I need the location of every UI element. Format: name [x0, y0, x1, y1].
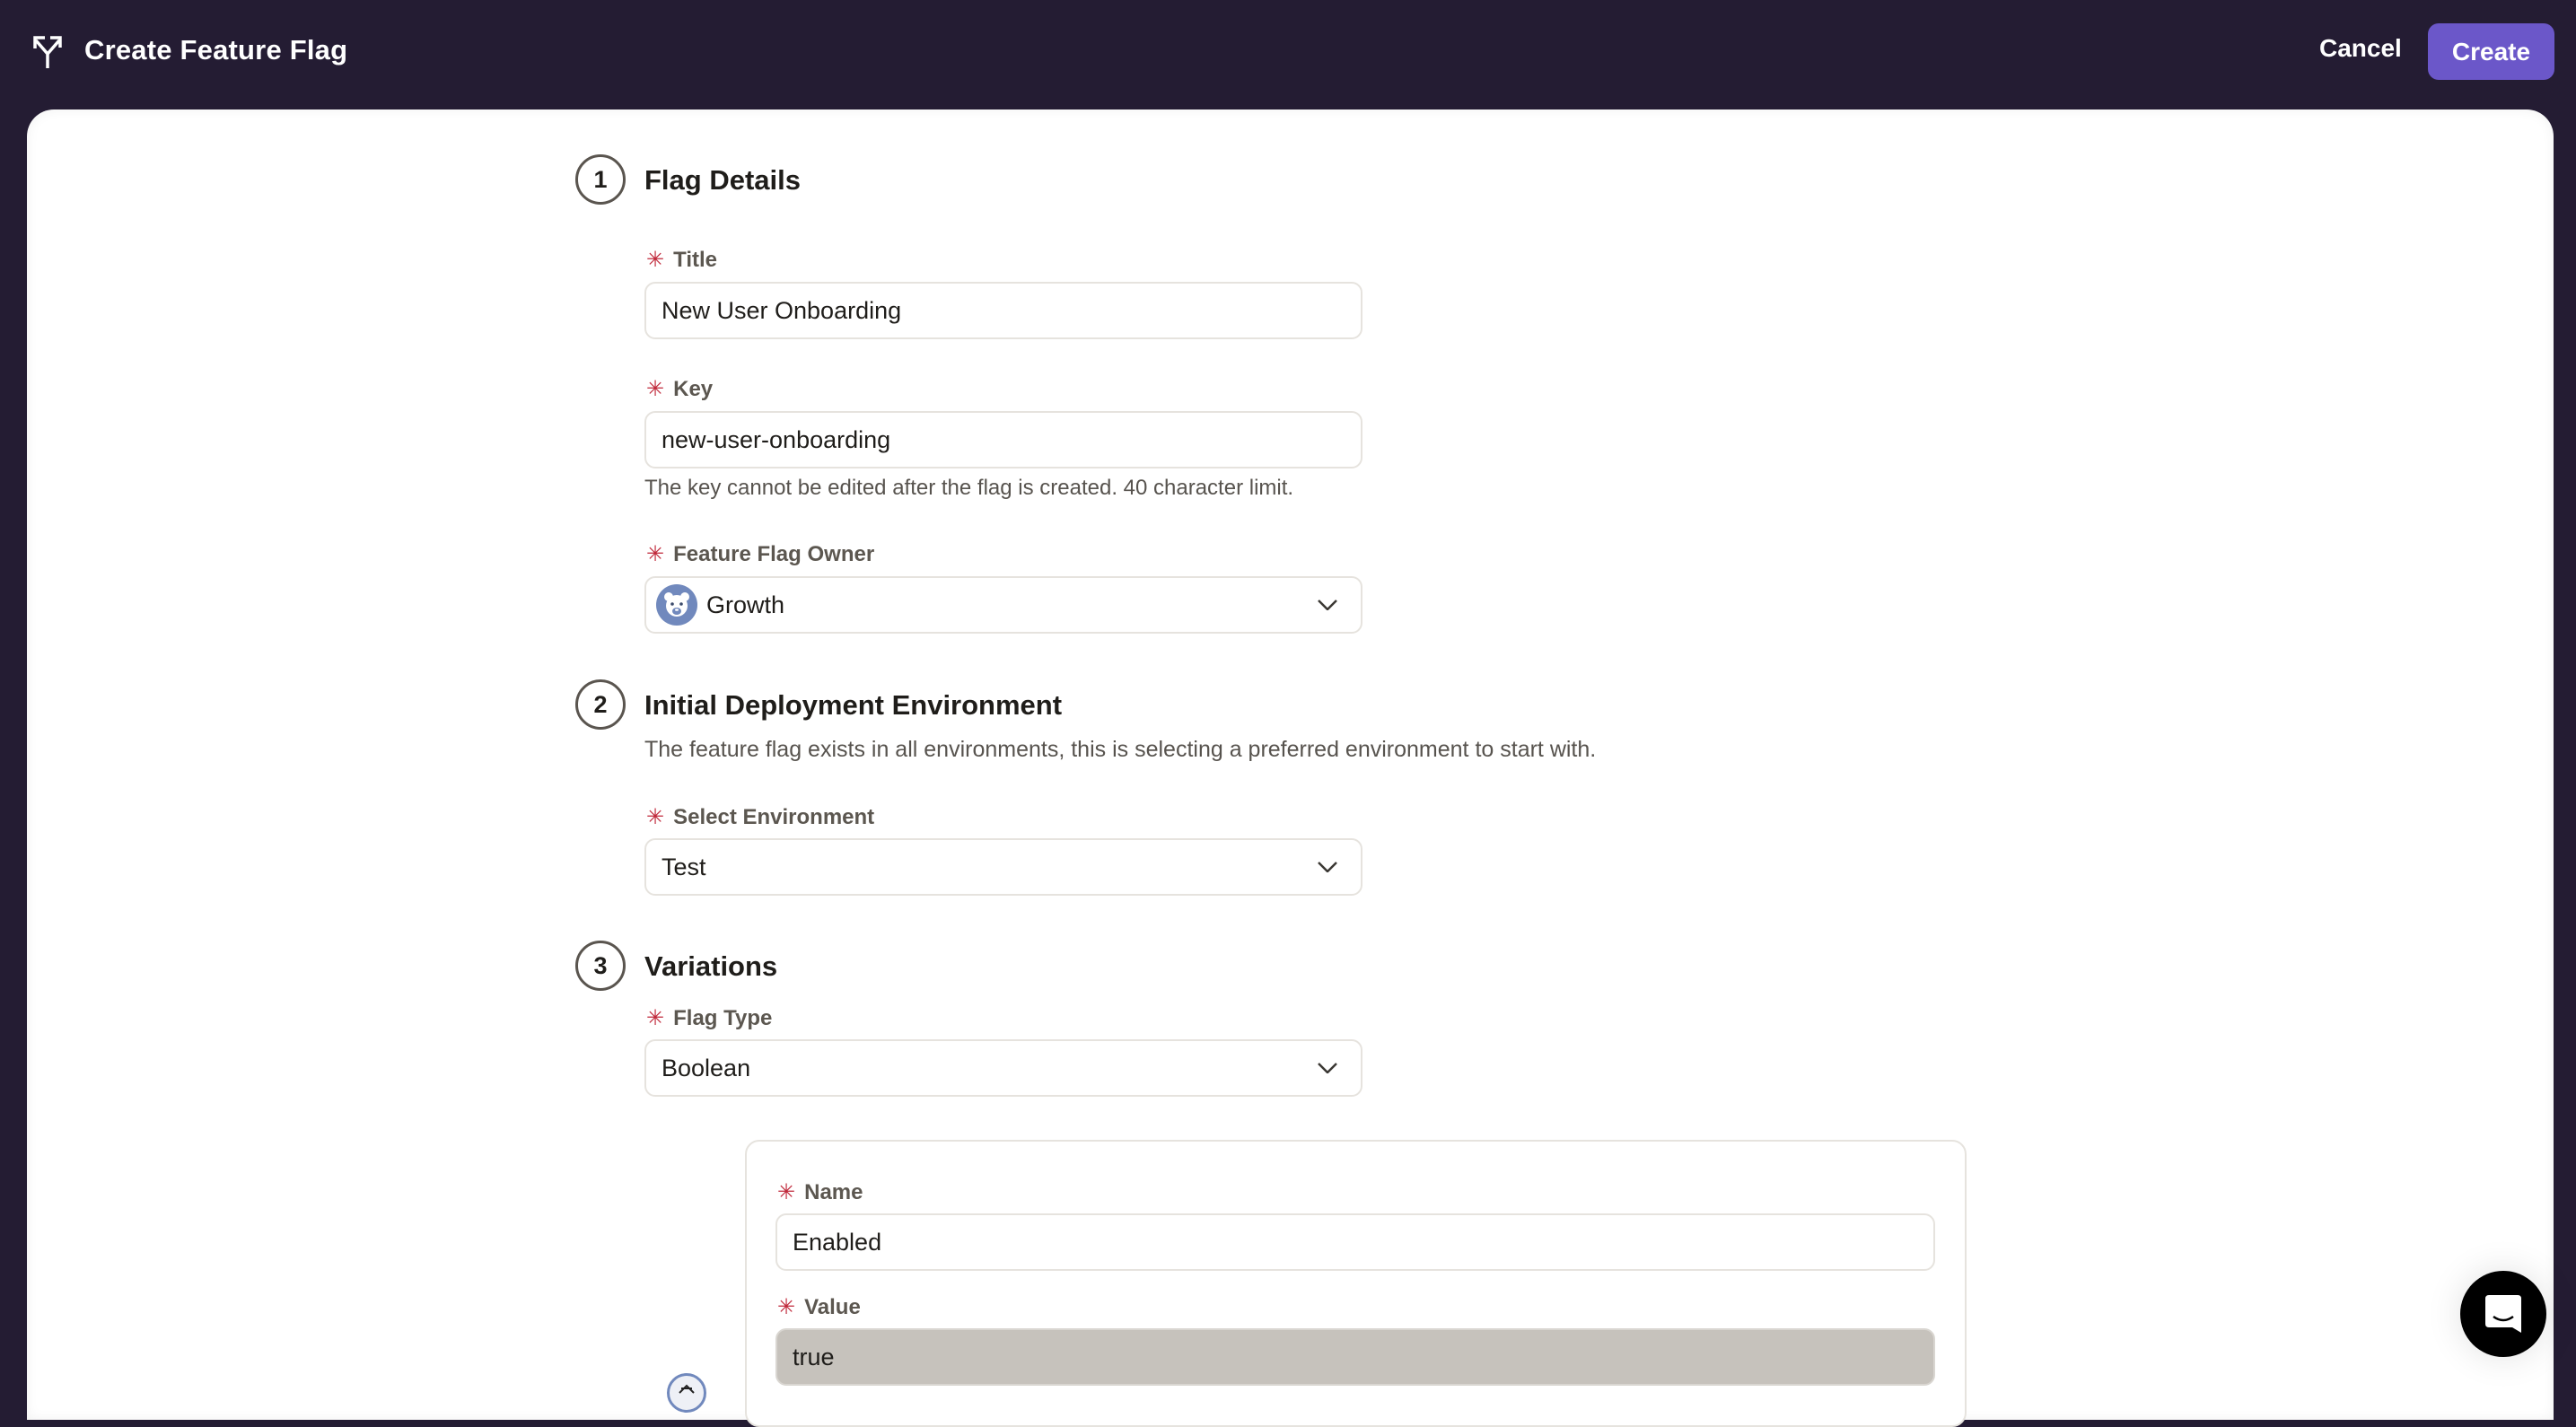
required-asterisk-icon: ✳ [646, 805, 665, 829]
chevron-down-icon [1318, 1063, 1337, 1073]
flag-type-label: ✳ Flag Type [646, 1006, 773, 1030]
required-asterisk-icon: ✳ [646, 542, 665, 566]
owner-select[interactable]: Growth [644, 576, 1362, 634]
required-asterisk-icon: ✳ [646, 248, 665, 272]
variation-value-value: true [793, 1343, 835, 1370]
section-title-variations: Variations [644, 950, 778, 982]
cancel-button[interactable]: Cancel [2319, 34, 2402, 63]
flag-type-select[interactable]: Boolean [644, 1039, 1362, 1097]
chevron-down-icon [1318, 862, 1337, 872]
required-asterisk-icon: ✳ [646, 377, 665, 401]
variation-name-value: Enabled [793, 1228, 882, 1256]
environment-label: ✳ Select Environment [646, 805, 875, 829]
top-bar: Create Feature Flag Cancel Create [0, 0, 2576, 109]
owner-select-value: Growth [706, 591, 785, 618]
chat-bubble-icon[interactable] [2460, 1271, 2546, 1357]
variation-name-label: ✳ Name [777, 1180, 863, 1204]
page-title: Create Feature Flag [84, 34, 348, 66]
step-number-3: 3 [575, 941, 626, 991]
variation-name-input[interactable]: Enabled [775, 1213, 1935, 1271]
flag-type-select-value: Boolean [662, 1054, 751, 1081]
title-input-value: New User Onboarding [662, 296, 902, 324]
required-asterisk-icon: ✳ [777, 1295, 796, 1319]
section-title-environment: Initial Deployment Environment [644, 689, 1063, 721]
variation-value-label: ✳ Value [777, 1295, 861, 1319]
variation-avatar-icon [667, 1373, 706, 1413]
section-title-flag-details: Flag Details [644, 164, 801, 196]
environment-select-value: Test [662, 853, 706, 880]
key-hint: The key cannot be edited after the flag … [644, 476, 1294, 500]
owner-label: ✳ Feature Flag Owner [646, 542, 875, 566]
bear-avatar-icon [656, 584, 697, 626]
title-label: ✳ Title [646, 248, 718, 272]
key-label: ✳ Key [646, 377, 714, 401]
required-asterisk-icon: ✳ [777, 1180, 796, 1204]
environment-select[interactable]: Test [644, 838, 1362, 896]
key-input[interactable]: new-user-onboarding [644, 411, 1362, 468]
required-asterisk-icon: ✳ [646, 1006, 665, 1030]
step-number-1: 1 [575, 154, 626, 205]
key-input-value: new-user-onboarding [662, 425, 891, 453]
step-number-2: 2 [575, 679, 626, 730]
environment-description: The feature flag exists in all environme… [644, 737, 1597, 762]
branch-icon [33, 36, 62, 68]
title-input[interactable]: New User Onboarding [644, 282, 1362, 339]
create-button[interactable]: Create [2428, 23, 2554, 80]
chevron-down-icon [1318, 600, 1337, 610]
variation-value-input: true [775, 1328, 1935, 1386]
